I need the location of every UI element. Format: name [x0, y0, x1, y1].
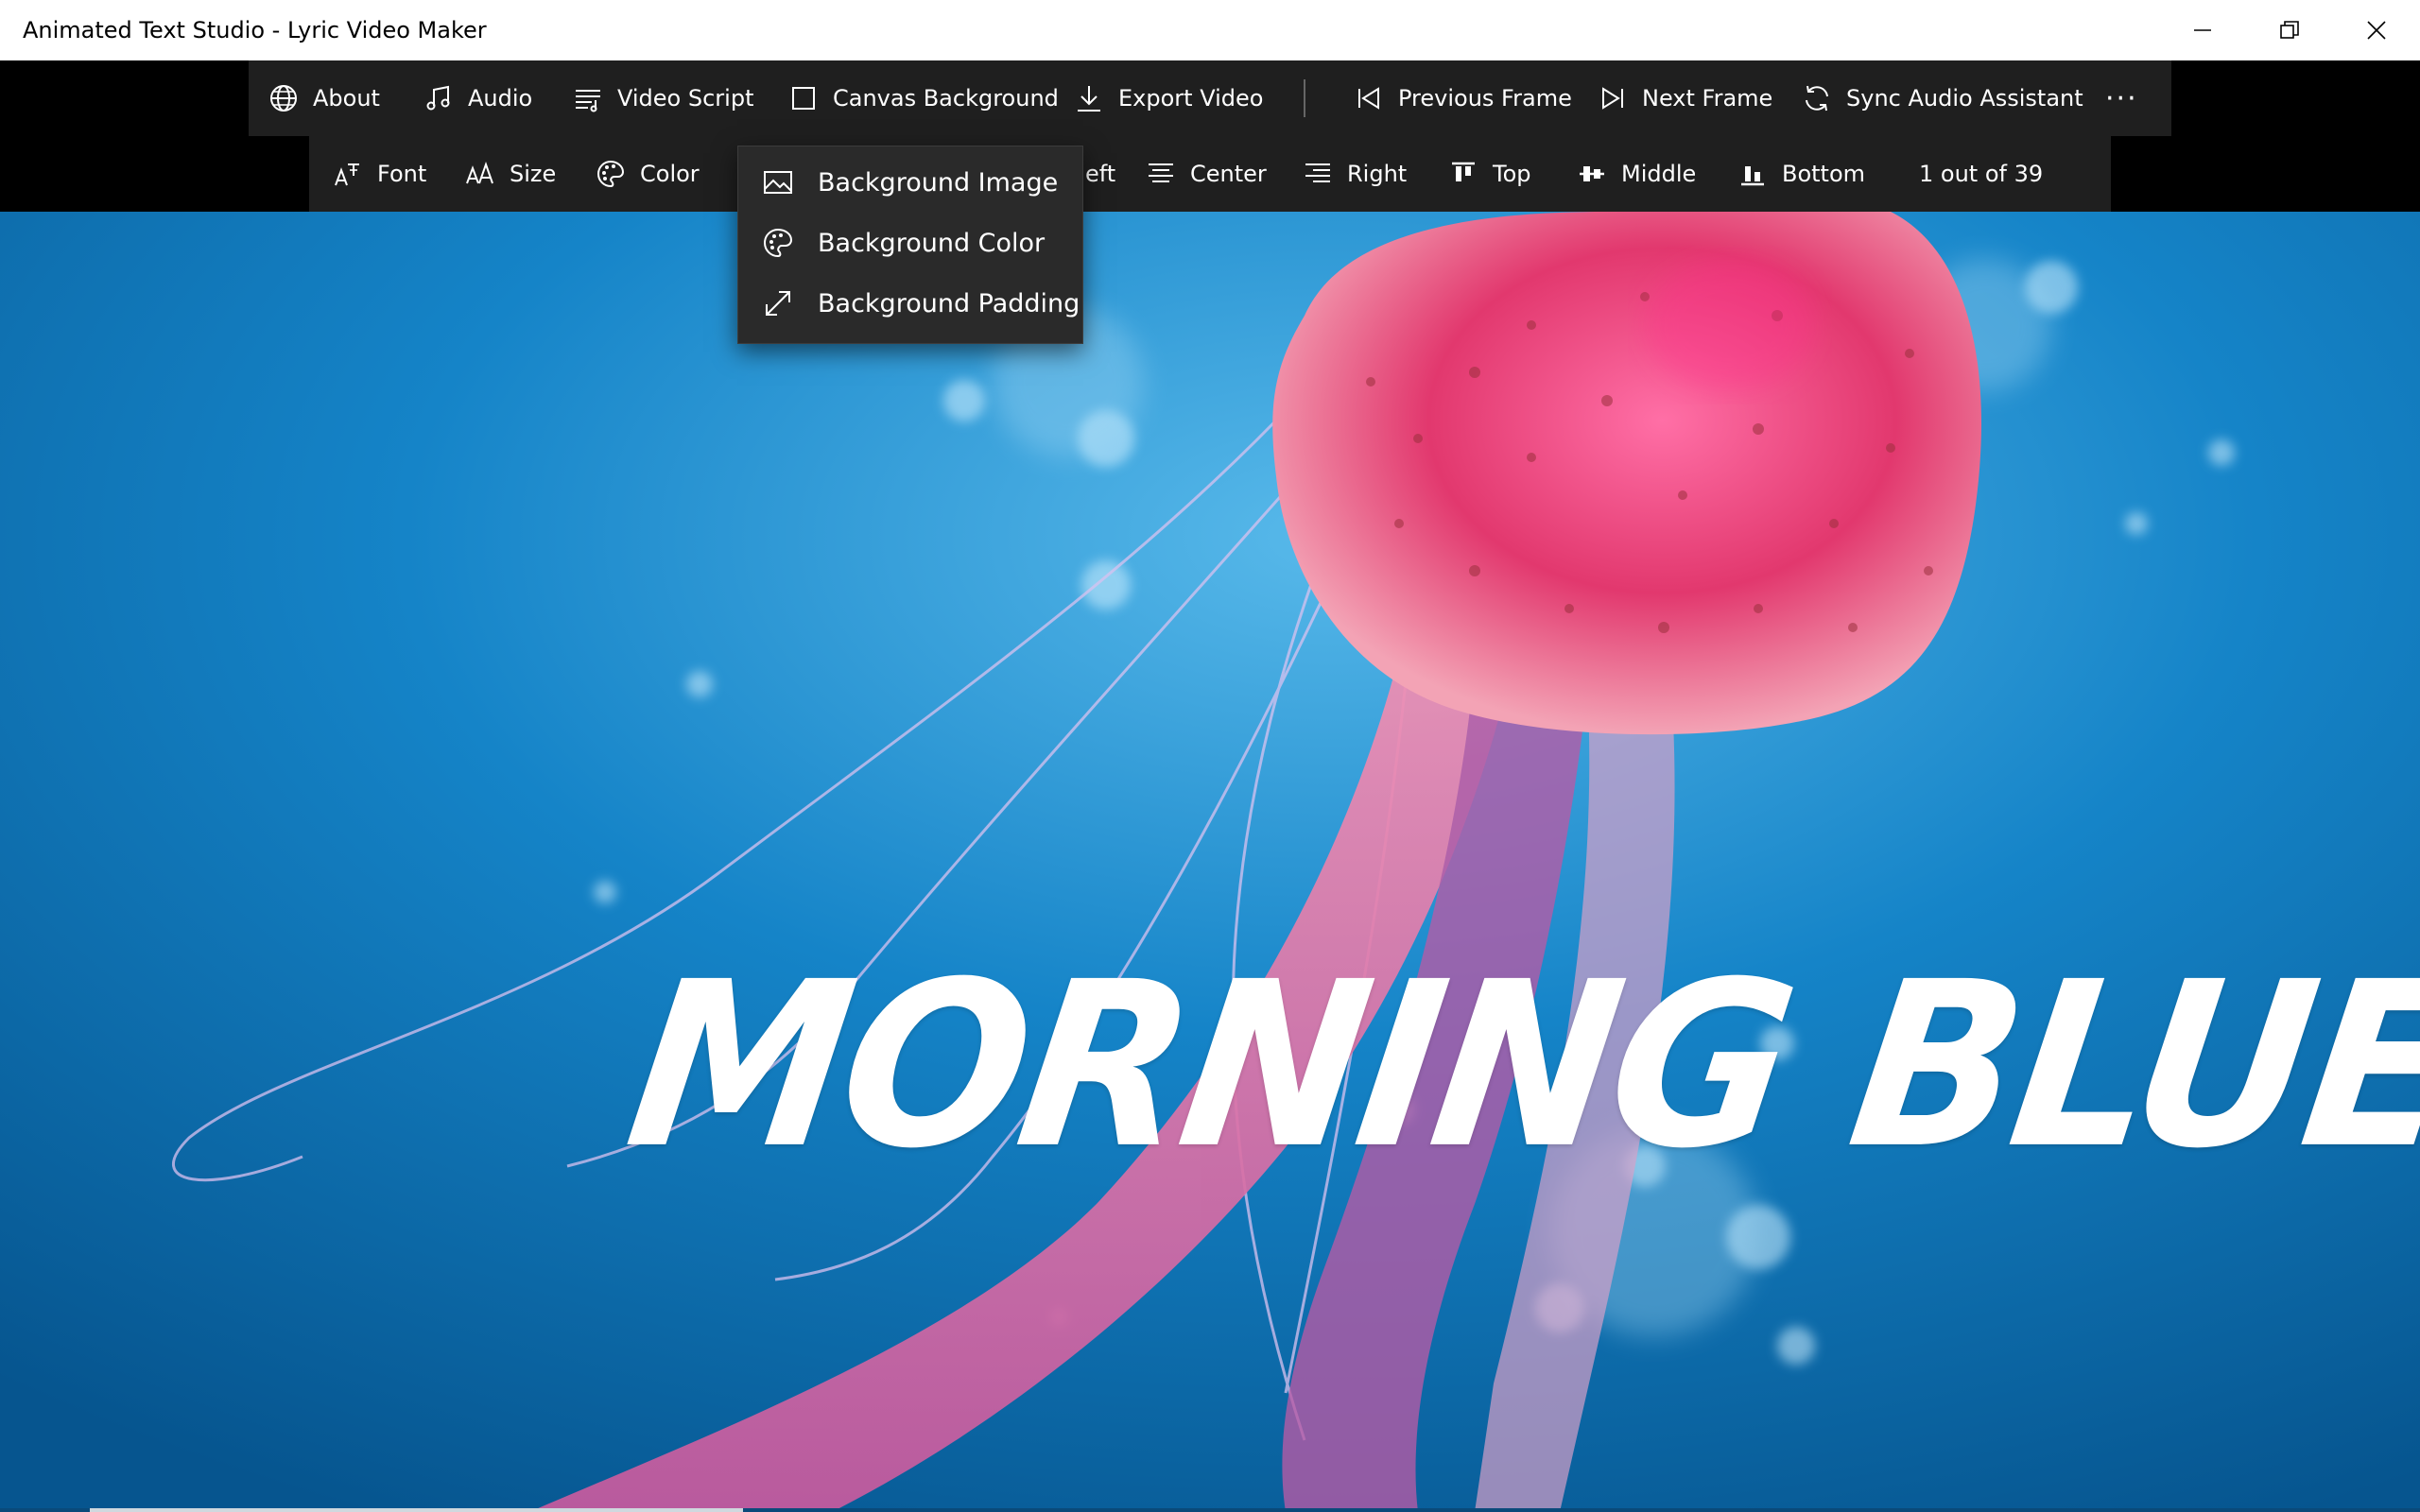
font-label: Font	[377, 161, 427, 187]
font-size-icon	[464, 158, 496, 190]
export-video-button[interactable]: Export Video	[1073, 60, 1263, 136]
main-toolbar: About Audio Video Script Canvas Backgrou…	[249, 60, 2171, 136]
audio-label: Audio	[468, 85, 533, 112]
align-top-icon	[1447, 158, 1479, 190]
music-note-icon	[423, 82, 455, 114]
align-center-button[interactable]: Center	[1145, 136, 1267, 212]
align-bottom-label: Bottom	[1782, 161, 1866, 187]
image-icon	[761, 165, 795, 199]
menu-item-label: Background Image	[818, 167, 1059, 198]
align-left-label: eft	[1085, 161, 1116, 187]
palette-icon	[761, 226, 795, 260]
skip-next-icon	[1597, 82, 1629, 114]
export-video-label: Export Video	[1118, 85, 1264, 112]
align-right-label: Right	[1347, 161, 1408, 187]
align-center-icon	[1145, 158, 1177, 190]
about-label: About	[313, 85, 380, 112]
align-middle-button[interactable]: Middle	[1576, 136, 1696, 212]
align-bottom-icon	[1737, 158, 1769, 190]
jellyfish-background-image	[0, 212, 2420, 1512]
size-button[interactable]: Size	[464, 136, 556, 212]
palette-icon	[595, 158, 627, 190]
canvas-background-menu: Background Image Background Color Backgr…	[737, 146, 1083, 344]
minimize-icon	[2194, 29, 2211, 31]
video-canvas[interactable]: MORNING BLUE	[0, 212, 2420, 1512]
close-button[interactable]	[2333, 0, 2420, 60]
next-frame-button[interactable]: Next Frame	[1597, 60, 1772, 136]
text-format-toolbar: Font Size Color eft Center Right Top Mid…	[309, 136, 2111, 212]
sync-icon	[1801, 82, 1833, 114]
next-frame-label: Next Frame	[1642, 85, 1773, 112]
size-label: Size	[510, 161, 557, 187]
video-script-button[interactable]: Video Script	[572, 60, 753, 136]
toolbar-separator	[1304, 79, 1305, 117]
align-left-button[interactable]: eft	[1085, 136, 1115, 212]
frame-counter: 1 out of 39	[1919, 161, 2044, 187]
sync-audio-assistant-label: Sync Audio Assistant	[1846, 85, 2083, 112]
more-icon: ···	[2105, 81, 2138, 115]
window-title: Animated Text Studio - Lyric Video Maker	[23, 17, 487, 43]
menu-item-label: Background Padding	[818, 288, 1080, 318]
menu-item-background-color[interactable]: Background Color	[738, 213, 1082, 273]
align-right-button[interactable]: Right	[1302, 136, 1407, 212]
previous-frame-button[interactable]: Previous Frame	[1353, 60, 1572, 136]
restore-icon	[2280, 21, 2299, 39]
globe-icon	[268, 82, 300, 114]
canvas-background-label: Canvas Background	[833, 85, 1059, 112]
restore-button[interactable]	[2246, 0, 2333, 60]
align-center-label: Center	[1190, 161, 1267, 187]
expand-diagonal-icon	[761, 286, 795, 320]
download-icon	[1073, 82, 1105, 114]
color-button[interactable]: Color	[595, 136, 700, 212]
playback-progress-fill	[90, 1508, 743, 1512]
color-label: Color	[640, 161, 700, 187]
align-bottom-button[interactable]: Bottom	[1737, 136, 1865, 212]
canvas-background-button[interactable]: Canvas Background	[787, 60, 1059, 136]
minimize-button[interactable]	[2159, 0, 2246, 60]
more-options-button[interactable]: ···	[2105, 60, 2138, 136]
lyric-text[interactable]: MORNING BLUE	[614, 934, 2420, 1198]
close-icon	[2367, 21, 2386, 40]
sync-audio-assistant-button[interactable]: Sync Audio Assistant	[1801, 60, 2083, 136]
align-middle-icon	[1576, 158, 1608, 190]
align-top-label: Top	[1493, 161, 1531, 187]
menu-item-label: Background Color	[818, 228, 1046, 258]
align-middle-label: Middle	[1621, 161, 1697, 187]
square-icon	[787, 82, 820, 114]
skip-previous-icon	[1353, 82, 1385, 114]
title-bar: Animated Text Studio - Lyric Video Maker	[0, 0, 2420, 60]
audio-button[interactable]: Audio	[423, 60, 532, 136]
menu-item-background-image[interactable]: Background Image	[738, 152, 1082, 213]
video-script-label: Video Script	[617, 85, 754, 112]
font-icon	[332, 158, 364, 190]
align-top-button[interactable]: Top	[1447, 136, 1531, 212]
previous-frame-label: Previous Frame	[1398, 85, 1572, 112]
align-right-icon	[1302, 158, 1334, 190]
menu-item-background-padding[interactable]: Background Padding	[738, 273, 1082, 334]
font-button[interactable]: Font	[332, 136, 426, 212]
about-button[interactable]: About	[268, 60, 380, 136]
script-list-icon	[572, 82, 604, 114]
